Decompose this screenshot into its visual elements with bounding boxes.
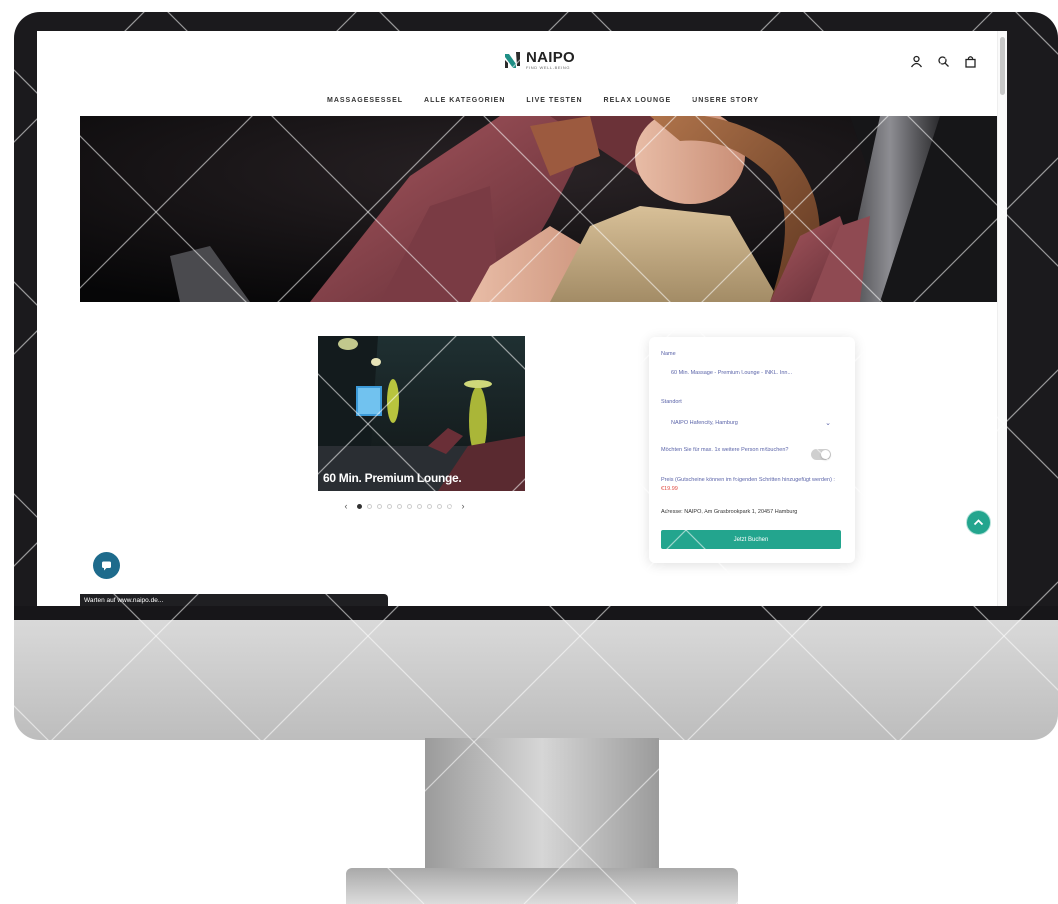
hero-image	[80, 116, 997, 302]
slider-dot[interactable]	[387, 503, 392, 509]
toggle-knob	[821, 450, 830, 459]
brand-name: NAIPO	[526, 49, 576, 66]
monitor-stand-neck	[425, 738, 659, 868]
price-value: €19.99	[661, 485, 678, 492]
chat-button[interactable]	[93, 552, 120, 579]
slider-controls: ‹ ›	[340, 501, 469, 511]
name-label: Name	[661, 351, 676, 357]
brand-logo[interactable]: NAIPO FIND WELL-BEING	[504, 50, 575, 70]
slide-caption: 60 Min. Premium Lounge.	[323, 471, 462, 485]
booking-form: Name 60 Min. Massage - Premium Lounge - …	[649, 337, 855, 563]
price-info: Preis (Gutscheine können im folgenden Sc…	[661, 476, 843, 494]
slider-dot[interactable]	[397, 503, 402, 509]
main-nav: MASSAGESESSEL ALLE KATEGORIEN LIVE TESTE…	[327, 97, 759, 104]
slider-dot[interactable]	[377, 503, 382, 509]
name-value: 60 Min. Massage - Premium Lounge - INKL.…	[671, 370, 793, 376]
nav-item-live-testen[interactable]: LIVE TESTEN	[526, 97, 582, 104]
nav-item-massagesessel[interactable]: MASSAGESESSEL	[327, 97, 403, 104]
nav-item-alle-kategorien[interactable]: ALLE KATEGORIEN	[424, 97, 505, 104]
brand-tagline: FIND WELL-BEING	[526, 65, 571, 70]
location-value: NAIPO Hafencity, Hamburg	[671, 420, 738, 426]
slider-dot[interactable]	[357, 503, 362, 509]
lounge-slide[interactable]: 60 Min. Premium Lounge.	[318, 336, 525, 491]
extra-person-toggle[interactable]	[811, 449, 831, 460]
address-text: Adresse: NAIPO, Am Grasbrookpark 1, 2045…	[661, 509, 798, 515]
slider-next-button[interactable]: ›	[457, 501, 469, 511]
naipo-logo-icon	[505, 52, 520, 68]
browser-viewport: NAIPO FIND WELL-BEING MASSAGESESSEL ALLE…	[37, 31, 1007, 606]
browser-status-bar: Warten auf www.naipo.de...	[80, 594, 388, 606]
search-icon[interactable]	[937, 55, 950, 68]
location-label: Standort	[661, 399, 682, 405]
monitor-stand-base	[346, 868, 738, 904]
lounge-image	[318, 336, 525, 491]
chevron-up-icon	[973, 519, 984, 526]
nav-item-unsere-story[interactable]: UNSERE STORY	[692, 97, 759, 104]
slider-dot[interactable]	[417, 503, 422, 509]
hero-banner	[80, 116, 997, 302]
price-label: Preis (Gutscheine können im folgenden Sc…	[661, 477, 835, 483]
scroll-to-top-button[interactable]	[966, 510, 991, 535]
extra-person-row: Möchten Sie für max. 1x weitere Person m…	[661, 447, 843, 460]
chat-icon	[102, 561, 111, 571]
header-actions	[910, 55, 977, 68]
scrollbar-track[interactable]	[997, 31, 1007, 606]
slider-prev-button[interactable]: ‹	[340, 501, 352, 511]
chevron-down-icon: ⌄	[825, 420, 831, 427]
name-field[interactable]: 60 Min. Massage - Premium Lounge - INKL.…	[661, 365, 843, 381]
scrollbar-thumb[interactable]	[1000, 37, 1005, 95]
nav-item-relax-lounge[interactable]: RELAX LOUNGE	[604, 97, 672, 104]
location-select[interactable]: NAIPO Hafencity, Hamburg ⌄	[661, 415, 843, 431]
monitor-chin	[14, 606, 1058, 740]
book-now-button[interactable]: Jetzt Buchen	[661, 530, 841, 549]
extra-person-label: Möchten Sie für max. 1x weitere Person m…	[661, 447, 789, 453]
user-icon[interactable]	[910, 55, 923, 68]
cart-icon[interactable]	[964, 55, 977, 68]
slider-dot[interactable]	[427, 503, 432, 509]
slider-dot[interactable]	[447, 503, 452, 509]
slider-dot[interactable]	[437, 503, 442, 509]
slider-dot[interactable]	[367, 503, 372, 509]
slider-dot[interactable]	[407, 503, 412, 509]
